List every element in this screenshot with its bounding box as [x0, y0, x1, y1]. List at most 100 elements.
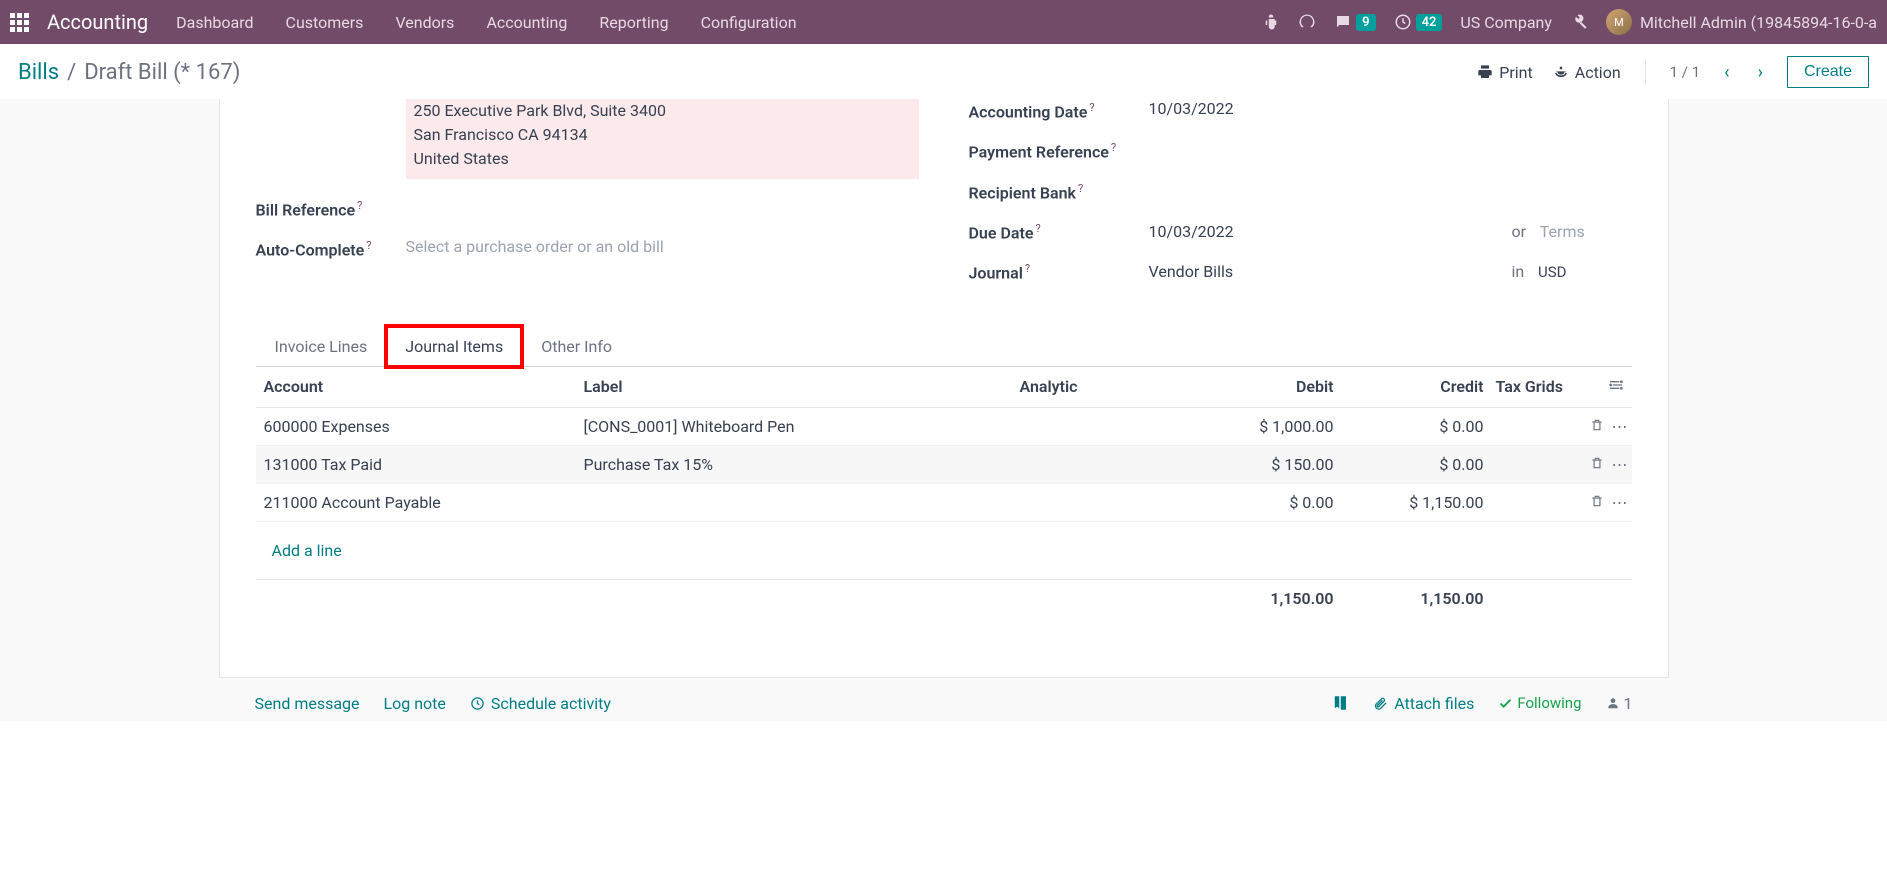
main-wrap: 250 Executive Park Blvd, Suite 3400 San …: [0, 99, 1887, 721]
row-menu-icon[interactable]: ⋯: [1608, 455, 1632, 474]
help-icon[interactable]: ?: [357, 199, 362, 212]
pager-prev[interactable]: ‹: [1720, 62, 1733, 83]
breadcrumb: Bills / Draft Bill (* 167): [18, 60, 240, 85]
pager-counter: 1 / 1: [1670, 63, 1701, 81]
col-analytic[interactable]: Analytic: [1012, 367, 1192, 408]
currency-field[interactable]: USD: [1538, 263, 1566, 281]
row-menu-icon[interactable]: ⋯: [1608, 417, 1632, 436]
table-row[interactable]: 211000 Account Payable $ 0.00$ 1,150.00 ⋯: [256, 483, 1632, 521]
payment-reference-row: Payment Reference?: [969, 139, 1632, 161]
accounting-date-field[interactable]: 10/03/2022: [1149, 99, 1632, 118]
cell-label[interactable]: [CONS_0001] Whiteboard Pen: [576, 407, 1012, 445]
auto-complete-field[interactable]: Select a purchase order or an old bill: [406, 237, 919, 256]
tabs: Invoice Lines Journal Items Other Info: [256, 325, 1632, 367]
help-icon[interactable]: ?: [1078, 182, 1083, 195]
cell-tax-grids[interactable]: [1492, 445, 1572, 483]
nav-configuration[interactable]: Configuration: [701, 13, 797, 32]
company-switcher[interactable]: US Company: [1460, 13, 1552, 32]
add-line-link[interactable]: Add a line: [264, 531, 1624, 570]
timer-badge: 42: [1416, 14, 1443, 31]
col-credit[interactable]: Credit: [1342, 367, 1492, 408]
delete-row-icon[interactable]: [1586, 455, 1608, 474]
cell-analytic[interactable]: [1012, 407, 1192, 445]
tools-icon[interactable]: [1570, 13, 1588, 31]
user-menu[interactable]: M Mitchell Admin (19845894-16-0-a: [1606, 9, 1877, 35]
cell-label[interactable]: Purchase Tax 15%: [576, 445, 1012, 483]
cell-credit[interactable]: $ 0.00: [1342, 407, 1492, 445]
form-grid: 250 Executive Park Blvd, Suite 3400 San …: [256, 99, 1632, 301]
nav-accounting[interactable]: Accounting: [486, 13, 567, 32]
tab-journal-items[interactable]: Journal Items: [386, 326, 522, 367]
cell-debit[interactable]: $ 1,000.00: [1192, 407, 1342, 445]
journal-field[interactable]: Vendor Bills: [1149, 262, 1512, 281]
recipient-bank-row: Recipient Bank?: [969, 180, 1632, 202]
table-row[interactable]: 600000 Expenses[CONS_0001] Whiteboard Pe…: [256, 407, 1632, 445]
help-icon[interactable]: ?: [366, 239, 371, 252]
form-sheet: 250 Executive Park Blvd, Suite 3400 San …: [219, 99, 1669, 678]
col-debit[interactable]: Debit: [1192, 367, 1342, 408]
auto-complete-row: Auto-Complete? Select a purchase order o…: [256, 237, 919, 259]
col-account[interactable]: Account: [256, 367, 576, 408]
nav-dashboard[interactable]: Dashboard: [176, 13, 253, 32]
breadcrumb-current: Draft Bill (* 167): [84, 60, 240, 85]
cell-debit[interactable]: $ 0.00: [1192, 483, 1342, 521]
attach-files-button[interactable]: Attach files: [1373, 694, 1474, 713]
breadcrumb-root[interactable]: Bills: [18, 60, 59, 85]
help-icon[interactable]: ?: [1089, 101, 1094, 114]
nav-customers[interactable]: Customers: [286, 13, 364, 32]
cell-label[interactable]: [576, 483, 1012, 521]
create-button[interactable]: Create: [1787, 56, 1869, 88]
tab-other-info[interactable]: Other Info: [522, 326, 631, 367]
vendor-address[interactable]: 250 Executive Park Blvd, Suite 3400 San …: [406, 99, 919, 179]
due-date-field[interactable]: 10/03/2022: [1149, 222, 1512, 241]
cell-tax-grids[interactable]: [1492, 407, 1572, 445]
cell-credit[interactable]: $ 1,150.00: [1342, 483, 1492, 521]
book-icon[interactable]: [1331, 694, 1349, 712]
bill-reference-row: Bill Reference?: [256, 197, 919, 219]
table-row[interactable]: 131000 Tax PaidPurchase Tax 15% $ 150.00$…: [256, 445, 1632, 483]
columns-settings-icon[interactable]: [1608, 378, 1624, 397]
brand-title[interactable]: Accounting: [47, 10, 148, 34]
support-icon[interactable]: [1298, 13, 1316, 31]
log-note-button[interactable]: Log note: [384, 694, 446, 713]
cell-analytic[interactable]: [1012, 445, 1192, 483]
tab-invoice-lines[interactable]: Invoice Lines: [256, 326, 387, 367]
total-debit: 1,150.00: [1192, 579, 1342, 617]
following-button[interactable]: Following: [1498, 694, 1581, 712]
help-icon[interactable]: ?: [1025, 262, 1030, 275]
chat-badge: 9: [1356, 14, 1375, 31]
row-menu-icon[interactable]: ⋯: [1608, 493, 1632, 512]
help-icon[interactable]: ?: [1035, 222, 1040, 235]
action-button[interactable]: Action: [1553, 63, 1621, 82]
pager-next[interactable]: ›: [1754, 62, 1767, 83]
action-bar-right: Print Action 1 / 1 ‹ › Create: [1477, 56, 1869, 88]
terms-field[interactable]: Terms: [1540, 222, 1585, 241]
chat-button[interactable]: 9: [1334, 13, 1375, 31]
help-icon[interactable]: ?: [1111, 141, 1116, 154]
bug-icon[interactable]: [1262, 13, 1280, 31]
delete-row-icon[interactable]: [1586, 417, 1608, 436]
cell-account[interactable]: 211000 Account Payable: [256, 483, 576, 521]
timer-button[interactable]: 42: [1394, 13, 1443, 31]
cell-tax-grids[interactable]: [1492, 483, 1572, 521]
apps-icon[interactable]: [10, 13, 29, 32]
nav-reporting[interactable]: Reporting: [599, 13, 668, 32]
delete-row-icon[interactable]: [1586, 493, 1608, 512]
send-message-button[interactable]: Send message: [255, 694, 360, 713]
journal-items-table: Account Label Analytic Debit Credit Tax …: [256, 367, 1632, 617]
navbar-right: 9 42 US Company M Mitchell Admin (198458…: [1262, 9, 1877, 35]
cell-credit[interactable]: $ 0.00: [1342, 445, 1492, 483]
cell-account[interactable]: 131000 Tax Paid: [256, 445, 576, 483]
nav-menu: Dashboard Customers Vendors Accounting R…: [176, 13, 796, 32]
top-navbar: Accounting Dashboard Customers Vendors A…: [0, 0, 1887, 44]
cell-account[interactable]: 600000 Expenses: [256, 407, 576, 445]
journal-row: Journal? Vendor Bills in USD: [969, 260, 1632, 282]
cell-analytic[interactable]: [1012, 483, 1192, 521]
cell-debit[interactable]: $ 150.00: [1192, 445, 1342, 483]
follower-count[interactable]: 1: [1606, 694, 1633, 713]
nav-vendors[interactable]: Vendors: [395, 13, 454, 32]
col-tax-grids[interactable]: Tax Grids: [1492, 367, 1572, 408]
col-label[interactable]: Label: [576, 367, 1012, 408]
print-button[interactable]: Print: [1477, 63, 1532, 82]
schedule-activity-button[interactable]: Schedule activity: [470, 694, 611, 713]
